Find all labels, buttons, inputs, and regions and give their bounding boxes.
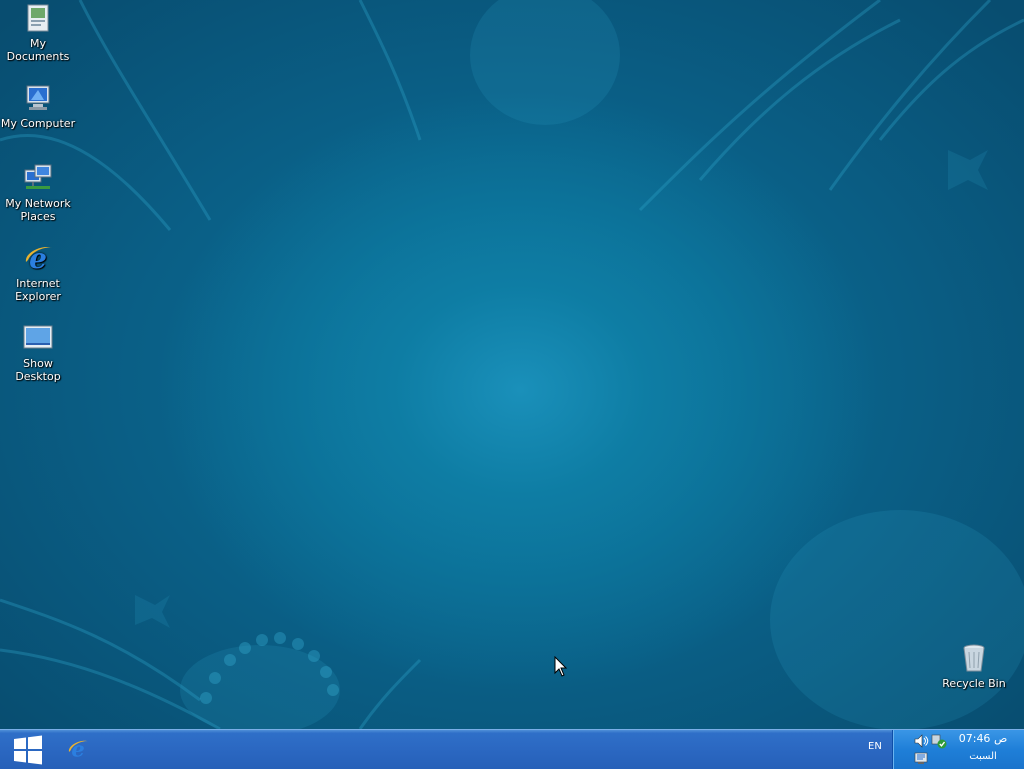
recycle-bin-icon — [963, 644, 985, 672]
speaker-icon[interactable] — [913, 733, 929, 749]
mouse-cursor-icon — [554, 656, 568, 677]
network-places-icon — [24, 164, 52, 189]
desktop-icon-internet-explorer[interactable]: e Internet Explorer — [0, 242, 76, 303]
clock-time[interactable]: 07:46 ص — [945, 732, 1021, 745]
desktop-icon-label: Recycle Bin — [942, 677, 1006, 690]
desktop-icon-label: My Network Places — [5, 197, 71, 223]
taskbar: e EN 07:46 ص السبت — [0, 729, 1024, 769]
internet-explorer-icon: e — [68, 737, 89, 762]
desktop-icon-my-network-places[interactable]: My Network Places — [0, 162, 76, 223]
desktop-icon-label: Internet Explorer — [15, 277, 61, 303]
desktop-icon-my-documents[interactable]: My Documents — [0, 2, 76, 63]
desktop-icon-show-desktop[interactable]: Show Desktop — [0, 322, 76, 383]
svg-text:e: e — [29, 242, 47, 274]
start-button[interactable] — [8, 733, 48, 767]
desktop-icon-my-computer[interactable]: My Computer — [0, 82, 76, 130]
system-tray: 07:46 ص السبت — [892, 730, 1024, 769]
security-center-icon[interactable] — [913, 750, 929, 766]
internet-explorer-icon: e — [25, 242, 52, 274]
desktop[interactable]: My Documents My Computer My Network Plac… — [0, 0, 1024, 729]
my-computer-icon — [26, 85, 50, 110]
desktop-icon-recycle-bin[interactable]: Recycle Bin — [936, 642, 1012, 690]
clock-date[interactable]: السبت — [945, 751, 1021, 762]
show-desktop-icon — [23, 325, 53, 349]
quick-launch-internet-explorer[interactable]: e — [66, 737, 90, 762]
svg-text:e: e — [71, 737, 84, 761]
desktop-icon-label: My Computer — [0, 117, 76, 130]
desktop-icon-label: My Documents — [6, 37, 70, 63]
my-documents-icon — [27, 4, 49, 32]
wallpaper-decoration — [0, 0, 1024, 729]
language-indicator[interactable]: EN — [868, 741, 882, 752]
windows-logo-icon — [14, 735, 42, 765]
desktop-icon-label: Show Desktop — [15, 357, 61, 383]
